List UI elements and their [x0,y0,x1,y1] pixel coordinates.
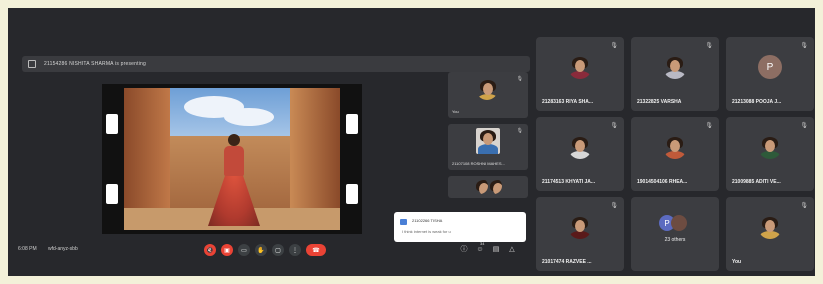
avatar [758,135,782,159]
mic-off-icon: 🎙 [800,123,808,129]
meeting-code[interactable]: wfd-anyz-sbb [48,246,78,252]
participant-tile-side[interactable] [448,176,528,198]
participant-tile[interactable]: 🎙 21174513 KHYATI JA... [536,117,624,191]
self-tile[interactable]: 🎙 You [726,197,814,271]
self-view-tile[interactable]: 🎙 You [448,72,528,118]
people-count: 34 [480,241,485,246]
side-panel-controls: ⓘ ☺ 34 ▤ △ [460,241,516,254]
avatar [568,215,592,239]
avatar: P [758,55,782,79]
avatar [568,135,592,159]
others-avatars: P [659,215,687,231]
participant-name: You [732,259,742,265]
participant-name: 21017474 RAZVEE ... [542,259,592,265]
participant-name: 21322825 VARSHA [637,99,682,105]
presented-video [124,88,340,230]
chat-message: I think internet is weak for u [402,229,451,234]
avatar [758,215,782,239]
mic-icon: 🎙 [516,76,523,82]
mic-off-icon: 🎙 [800,43,808,49]
more-options-button[interactable]: ⋮ [289,244,301,256]
chat-icon [400,219,407,225]
participant-name: 21283163 RIYA SHA... [542,99,594,105]
mic-icon: 🎙 [516,128,523,134]
avatar [476,128,500,154]
participant-name: 19014504106 RHEA... [637,179,688,185]
avatar [568,55,592,79]
participant-tile-side[interactable]: 🎙 21107108 ROSHNI MAHES... [448,124,528,170]
meet-window: 21154286 NISHITA SHARMA is presenting 🎙 … [8,8,815,276]
participant-tile[interactable]: 🎙 21017474 RAZVEE ... [536,197,624,271]
participant-tile[interactable]: 🎙 19014504106 RHEA... [631,117,719,191]
avatar [663,55,687,79]
mic-off-icon: 🎙 [705,43,713,49]
avatar [663,135,687,159]
participant-tile[interactable]: 🎙 P 21213088 POOJA J... [726,37,814,111]
mic-off-icon: 🎙 [705,123,713,129]
participant-tile[interactable]: 🎙 21283163 RIYA SHA... [536,37,624,111]
mic-off-icon: 🎙 [610,43,618,49]
chat-notification[interactable]: 21102266 TISHA I think internet is weak … [394,212,526,242]
tile-name: 21107108 ROSHNI MAHES... [452,161,505,166]
mic-off-button[interactable]: 🔇 [204,244,216,256]
participant-tile[interactable]: 🎙 21322825 VARSHA [631,37,719,111]
camera-off-button[interactable]: ▣ [221,244,233,256]
participant-name: 21213088 POOJA J... [732,99,782,105]
raise-hand-button[interactable]: ✋ [255,244,267,256]
present-button[interactable]: ▢ [272,244,284,256]
activities-button[interactable]: △ [508,246,516,254]
others-count: 23 others [664,237,686,243]
presenting-text: 21154286 NISHITA SHARMA is presenting [44,61,146,67]
avatar [671,215,687,231]
others-tile[interactable]: P 23 others [631,197,719,271]
chat-button[interactable]: ▤ [492,246,500,254]
end-call-button[interactable]: ☎ [306,244,326,256]
avatar [486,178,502,194]
presenting-banner: 21154286 NISHITA SHARMA is presenting [22,56,530,72]
mic-off-icon: 🎙 [800,203,808,209]
mic-off-icon: 🎙 [610,203,618,209]
presentation-view[interactable] [102,84,362,234]
avatar [476,78,498,100]
tile-name: You [452,109,459,114]
participant-name: 21174513 KHYATI JA... [542,179,596,185]
chat-sender: 21102266 TISHA [412,218,443,223]
participant-tile[interactable]: 🎙 21009885 ADITI VE... [726,117,814,191]
captions-button[interactable]: ▭ [238,244,250,256]
screen-share-icon [28,60,36,68]
participant-name: 21009885 ADITI VE... [732,179,781,185]
info-button[interactable]: ⓘ [460,246,468,254]
mic-off-icon: 🎙 [610,123,618,129]
people-button[interactable]: ☺ 34 [476,241,484,254]
meeting-time: 6:08 PM [18,246,37,252]
call-controls: 🔇 ▣ ▭ ✋ ▢ ⋮ ☎ [204,244,326,256]
